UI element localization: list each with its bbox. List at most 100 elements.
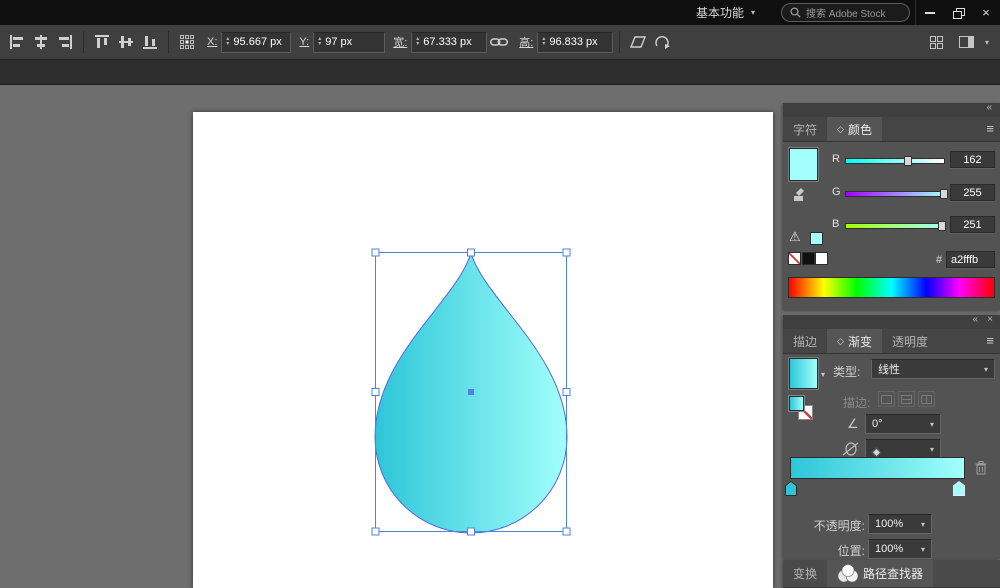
green-slider-row: G 255 bbox=[783, 184, 1000, 202]
y-field[interactable]: ▴▾ 97 px bbox=[313, 32, 385, 53]
align-top-icon bbox=[95, 35, 109, 49]
stroke-along-button[interactable] bbox=[898, 391, 915, 407]
tab-transparency[interactable]: 透明度 bbox=[882, 329, 938, 353]
red-slider[interactable] bbox=[845, 158, 945, 164]
delete-stop-icon[interactable] bbox=[975, 461, 987, 475]
restore-icon bbox=[953, 8, 964, 18]
separator bbox=[83, 31, 84, 53]
y-stepper[interactable]: ▴▾ bbox=[318, 37, 321, 47]
y-label[interactable]: Y: bbox=[299, 36, 309, 48]
height-label[interactable]: 高: bbox=[519, 34, 533, 50]
artboard[interactable] bbox=[193, 112, 773, 588]
slider-handle[interactable] bbox=[938, 221, 946, 231]
gradient-fill-proxy[interactable] bbox=[789, 396, 804, 411]
height-stepper[interactable]: ▴▾ bbox=[542, 37, 545, 47]
separator bbox=[619, 31, 620, 53]
stepper-down-icon[interactable]: ▾ bbox=[416, 42, 419, 47]
tab-color[interactable]: ◇ 颜色 bbox=[827, 117, 882, 141]
constrain-proportions-button[interactable] bbox=[487, 30, 511, 54]
rotate-button[interactable] bbox=[650, 30, 674, 54]
chevron-down-icon: ▾ bbox=[930, 445, 934, 454]
aspect-ratio-icon bbox=[841, 441, 859, 457]
stroke-within-button[interactable] bbox=[878, 391, 895, 407]
workspace-switcher[interactable]: 基本功能 ▾ bbox=[686, 0, 765, 25]
stepper-down-icon[interactable]: ▾ bbox=[318, 42, 321, 47]
gradient-stop-end[interactable] bbox=[953, 481, 965, 496]
stepper-down-icon[interactable]: ▾ bbox=[542, 42, 545, 47]
gradient-slider-bar[interactable] bbox=[790, 457, 965, 479]
green-slider[interactable] bbox=[845, 191, 945, 197]
red-value-field[interactable]: 162 bbox=[950, 151, 995, 168]
diamond-icon: ◇ bbox=[837, 336, 844, 347]
arrange-documents-button[interactable] bbox=[925, 30, 949, 54]
chevron-down-icon: ▾ bbox=[930, 420, 934, 429]
align-right-button[interactable] bbox=[53, 30, 77, 54]
tab-pathfinder[interactable]: 路径查找器 bbox=[827, 560, 933, 587]
blue-value-field[interactable]: 251 bbox=[950, 216, 995, 233]
close-button[interactable]: × bbox=[972, 0, 1000, 25]
align-middle-v-button[interactable] bbox=[114, 30, 138, 54]
workspace-panels-button[interactable] bbox=[955, 30, 979, 54]
align-top-button[interactable] bbox=[90, 30, 114, 54]
slider-handle[interactable] bbox=[904, 156, 912, 166]
shear-button[interactable] bbox=[626, 30, 650, 54]
channel-label: R bbox=[832, 153, 840, 165]
panel-menu-icon[interactable]: ≡ bbox=[986, 121, 994, 136]
color-spectrum-bar[interactable] bbox=[788, 277, 995, 298]
align-left-button[interactable] bbox=[5, 30, 29, 54]
chevron-down-icon[interactable]: ▾ bbox=[821, 370, 825, 379]
align-bottom-button[interactable] bbox=[138, 30, 162, 54]
height-value: 96.833 px bbox=[549, 36, 597, 48]
black-swatch[interactable] bbox=[802, 252, 815, 265]
restore-button[interactable] bbox=[944, 0, 972, 25]
stock-search-input[interactable]: 搜索 Adobe Stock bbox=[781, 3, 910, 22]
white-swatch[interactable] bbox=[815, 252, 828, 265]
out-of-gamut-warning-icon[interactable]: ⚠ bbox=[789, 229, 801, 245]
tab-gradient[interactable]: ◇ 渐变 bbox=[827, 329, 882, 353]
tab-label: 字符 bbox=[793, 121, 817, 138]
stepper-down-icon[interactable]: ▾ bbox=[226, 42, 229, 47]
panel-tabs: 变换 路径查找器 bbox=[783, 560, 1000, 588]
x-label[interactable]: X: bbox=[207, 36, 217, 48]
slider-handle[interactable] bbox=[940, 189, 948, 199]
y-value: 97 px bbox=[325, 36, 352, 48]
tab-label: 路径查找器 bbox=[863, 565, 923, 582]
panel-menu-icon[interactable]: ≡ bbox=[986, 333, 994, 348]
width-label[interactable]: 宽: bbox=[393, 34, 407, 50]
gradient-type-value: 线性 bbox=[878, 361, 900, 377]
gradient-angle-select[interactable]: 0° ▾ bbox=[865, 414, 941, 434]
tab-stroke[interactable]: 描边 bbox=[783, 329, 827, 353]
grid-icon bbox=[930, 36, 943, 49]
green-value-field[interactable]: 255 bbox=[950, 184, 995, 201]
gradient-stop-start[interactable] bbox=[785, 481, 797, 496]
hex-value-field[interactable]: a2fffb bbox=[946, 251, 995, 268]
width-stepper[interactable]: ▴▾ bbox=[416, 37, 419, 47]
shape-center-point[interactable] bbox=[468, 389, 474, 395]
titlebar: 基本功能 ▾ 搜索 Adobe Stock × bbox=[0, 0, 1000, 25]
minimize-button[interactable] bbox=[916, 0, 944, 25]
blue-slider[interactable] bbox=[845, 223, 945, 229]
align-center-h-button[interactable] bbox=[29, 30, 53, 54]
tab-character[interactable]: 字符 bbox=[783, 117, 827, 141]
none-swatch[interactable] bbox=[788, 252, 801, 265]
chevron-down-icon[interactable]: ▾ bbox=[985, 38, 989, 47]
position-label: 位置: bbox=[803, 542, 865, 559]
panel-tabs: 描边 ◇ 渐变 透明度 ≡ bbox=[783, 329, 1000, 354]
gradient-preview-swatch[interactable] bbox=[789, 358, 818, 389]
x-field[interactable]: ▴▾ 95.667 px bbox=[221, 32, 291, 53]
separator bbox=[168, 31, 169, 53]
x-stepper[interactable]: ▴▾ bbox=[226, 37, 229, 47]
stroke-across-button[interactable] bbox=[918, 391, 935, 407]
stop-position-select[interactable]: 100% ▾ bbox=[868, 539, 932, 559]
channel-label: B bbox=[832, 218, 839, 230]
collapse-panel-icon[interactable]: « bbox=[986, 102, 992, 113]
reference-point-locator[interactable] bbox=[175, 30, 199, 54]
close-panel-icon[interactable]: × bbox=[987, 314, 993, 325]
stop-opacity-select[interactable]: 100% ▾ bbox=[868, 514, 932, 534]
gradient-type-select[interactable]: 线性 ▾ bbox=[871, 359, 995, 379]
collapse-panel-icon[interactable]: « bbox=[972, 314, 978, 325]
width-field[interactable]: ▴▾ 67.333 px bbox=[411, 32, 487, 53]
tab-transform[interactable]: 变换 bbox=[783, 560, 827, 587]
gamut-color-swatch[interactable] bbox=[810, 232, 823, 245]
height-field[interactable]: ▴▾ 96.833 px bbox=[537, 32, 613, 53]
